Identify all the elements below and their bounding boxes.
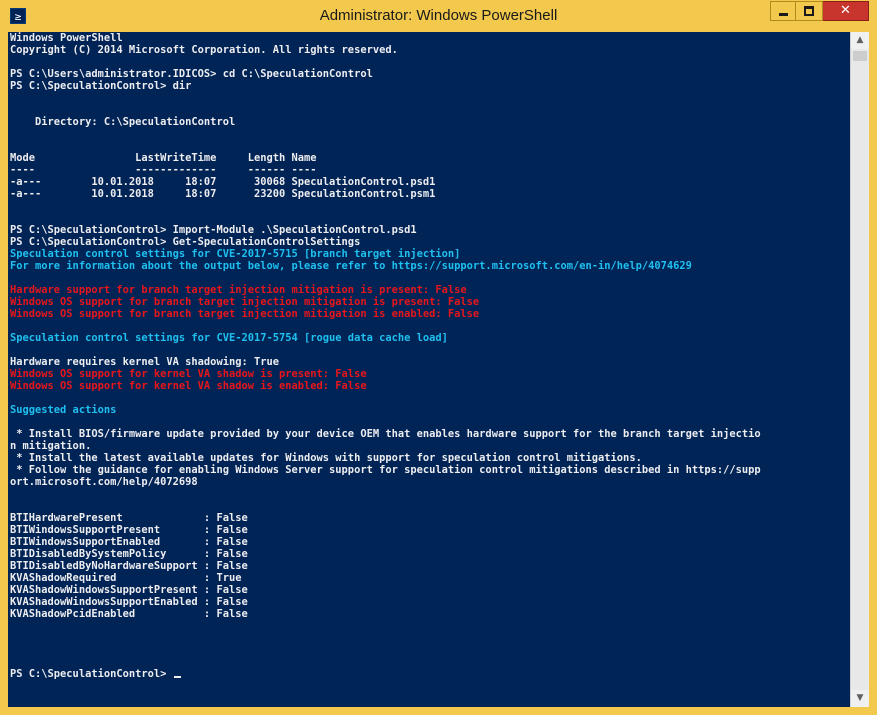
maximize-button[interactable] xyxy=(796,1,823,21)
close-icon: ✕ xyxy=(840,3,851,18)
console-line: Windows OS support for branch target inj… xyxy=(10,308,480,320)
console-line: Copyright (C) 2014 Microsoft Corporation… xyxy=(10,44,398,56)
console-line: BTIWindowsSupportPresent : False xyxy=(10,524,248,536)
title-bar[interactable]: ≥ Administrator: Windows PowerShell ✕ xyxy=(0,0,877,32)
console-line: Windows OS support for kernel VA shadow … xyxy=(10,380,367,392)
console-line: PS C:\SpeculationControl> Import-Module … xyxy=(10,224,417,236)
window-title: Administrator: Windows PowerShell xyxy=(319,7,558,24)
scroll-up-button[interactable]: ▲ xyxy=(851,32,869,49)
console-line: Speculation control settings for CVE-201… xyxy=(10,332,448,344)
scroll-down-button[interactable]: ▼ xyxy=(851,690,869,707)
console-line: * Install the latest available updates f… xyxy=(10,452,642,464)
console-line: n mitigation. xyxy=(10,440,92,452)
console-line: * Follow the guidance for enabling Windo… xyxy=(10,464,761,476)
console-line: PS C:\SpeculationControl> xyxy=(10,668,761,680)
console-line: BTIWindowsSupportEnabled : False xyxy=(10,536,248,548)
console-line: Mode LastWriteTime Length Name xyxy=(10,152,317,164)
console-line: Hardware requires kernel VA shadowing: T… xyxy=(10,356,279,368)
console-line: Speculation control settings for CVE-201… xyxy=(10,248,461,260)
close-button[interactable]: ✕ xyxy=(823,1,869,21)
console-line: Suggested actions xyxy=(10,404,117,416)
window-frame-right xyxy=(869,32,877,707)
console-line: BTIHardwarePresent : False xyxy=(10,512,248,524)
console-line: Windows OS support for branch target inj… xyxy=(10,296,480,308)
console-output[interactable]: Windows PowerShell Copyright (C) 2014 Mic… xyxy=(8,32,850,707)
window-frame-bottom xyxy=(0,707,877,715)
console-line: Directory: C:\SpeculationControl xyxy=(10,116,236,128)
console-line: For more information about the output be… xyxy=(10,260,692,272)
console-line: KVAShadowWindowsSupportPresent : False xyxy=(10,584,248,596)
console-line: Hardware support for branch target injec… xyxy=(10,284,467,296)
console-line: PS C:\Users\administrator.IDICOS> cd C:\… xyxy=(10,68,373,80)
minimize-button[interactable] xyxy=(770,1,796,21)
powershell-window: ≥ Administrator: Windows PowerShell ✕ Wi… xyxy=(0,0,877,715)
console-line: -a--- 10.01.2018 18:07 23200 Speculation… xyxy=(10,188,436,200)
console-text: Windows PowerShell Copyright (C) 2014 Mic… xyxy=(10,32,761,680)
scroll-thumb[interactable] xyxy=(853,51,867,61)
chevron-down-icon: ▼ xyxy=(856,693,864,703)
console-line: KVAShadowWindowsSupportEnabled : False xyxy=(10,596,248,608)
maximize-icon xyxy=(804,6,814,16)
console-line: BTIDisabledBySystemPolicy : False xyxy=(10,548,248,560)
console-line: -a--- 10.01.2018 18:07 30068 Speculation… xyxy=(10,176,436,188)
chevron-up-icon: ▲ xyxy=(856,35,864,45)
console-line: ---- ------------- ------ ---- xyxy=(10,164,317,176)
minimize-icon xyxy=(779,13,788,16)
vertical-scrollbar[interactable]: ▲ ▼ xyxy=(850,32,869,707)
console-line: ort.microsoft.com/help/4072698 xyxy=(10,476,198,488)
text-cursor xyxy=(173,676,181,678)
console-line: BTIDisabledByNoHardwareSupport : False xyxy=(10,560,248,572)
console-line: KVAShadowRequired : True xyxy=(10,572,242,584)
console-line: Windows PowerShell xyxy=(10,32,123,44)
window-frame-left xyxy=(0,32,8,707)
console-line: Windows OS support for kernel VA shadow … xyxy=(10,368,367,380)
console-line: * Install BIOS/firmware update provided … xyxy=(10,428,761,440)
console-line: PS C:\SpeculationControl> dir xyxy=(10,80,192,92)
console-line: KVAShadowPcidEnabled : False xyxy=(10,608,248,620)
console-line: PS C:\SpeculationControl> Get-Speculatio… xyxy=(10,236,361,248)
